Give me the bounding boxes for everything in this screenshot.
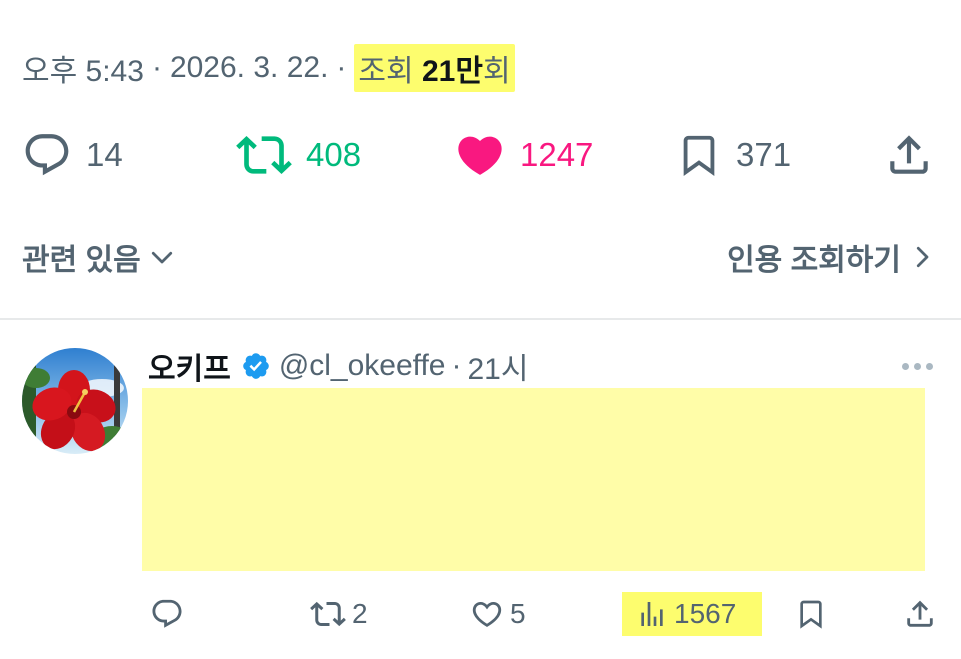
more-icon[interactable] (895, 356, 939, 376)
meta-separator: · (151, 51, 162, 84)
reply-reply-button[interactable] (150, 590, 184, 638)
avatar[interactable] (22, 348, 128, 454)
reply-action-bar: 2 5 1567 (0, 590, 961, 638)
reply-button[interactable]: 14 (22, 125, 123, 185)
bookmark-button[interactable]: 371 (676, 125, 791, 185)
reply-bookmark-button[interactable] (795, 590, 827, 638)
views-prefix: 조회 (358, 55, 414, 88)
retweet-icon (236, 136, 292, 174)
view-quotes-label: 인용 조회하기 (727, 244, 901, 277)
post-action-bar: 14 408 1247 371 (0, 125, 961, 185)
reply-like-button[interactable]: 5 (470, 590, 526, 638)
related-sort-dropdown[interactable]: 관련 있음 (22, 235, 177, 279)
share-icon (907, 600, 933, 627)
bookmark-icon (683, 135, 715, 176)
post-views[interactable]: 조회 21만회 (354, 44, 515, 92)
post-date: 2026. 3. 22. (169, 51, 329, 84)
bookmark-count: 371 (736, 136, 792, 173)
heart-icon (458, 136, 502, 175)
verified-badge-icon (243, 353, 269, 379)
reply-handle[interactable]: @cl_okeeffe (279, 349, 446, 383)
reply-separator: · (451, 349, 462, 382)
chevron-down-icon (151, 251, 172, 264)
view-quotes-link[interactable]: 인용 조회하기 (727, 235, 937, 279)
views-icon (641, 602, 663, 626)
redacted-reply-text (142, 388, 925, 571)
retweet-count: 408 (306, 136, 362, 173)
hibiscus-avatar-image (22, 348, 128, 454)
like-button[interactable]: 1247 (454, 125, 593, 185)
related-row: 관련 있음 인용 조회하기 (22, 232, 937, 282)
reply-count: 14 (86, 136, 123, 173)
divider (0, 318, 961, 320)
related-label: 관련 있음 (22, 244, 141, 277)
reply-icon (152, 599, 182, 628)
meta-separator: · (336, 51, 347, 84)
retweet-icon (310, 601, 346, 627)
bookmark-icon (800, 600, 822, 629)
share-button[interactable] (884, 125, 934, 185)
chevron-right-icon (916, 246, 929, 268)
views-count: 21만 (421, 55, 483, 88)
reply-views-count: 1567 (674, 598, 737, 629)
retweet-button[interactable]: 408 (236, 125, 361, 185)
post-meta: 오후 5:43 · 2026. 3. 22. · 조회 21만회 (22, 44, 515, 92)
like-count: 1247 (520, 136, 594, 173)
post-time: 오후 5:43 (22, 55, 144, 88)
reply-views-button[interactable]: 1567 (622, 592, 763, 636)
reply-header: 오키프 @cl_okeeffe · 21시 (148, 344, 528, 388)
reply-retweet-count: 2 (352, 598, 368, 629)
reply-retweet-button[interactable]: 2 (310, 590, 368, 638)
heart-outline-icon (472, 601, 502, 627)
reply-display-name[interactable]: 오키프 (148, 344, 231, 388)
reply-share-button[interactable] (903, 590, 937, 638)
share-icon (890, 135, 928, 174)
views-suffix: 회 (482, 55, 511, 88)
reply-icon (25, 134, 69, 176)
reply-time[interactable]: 21시 (467, 344, 528, 388)
reply-like-count: 5 (510, 598, 526, 629)
